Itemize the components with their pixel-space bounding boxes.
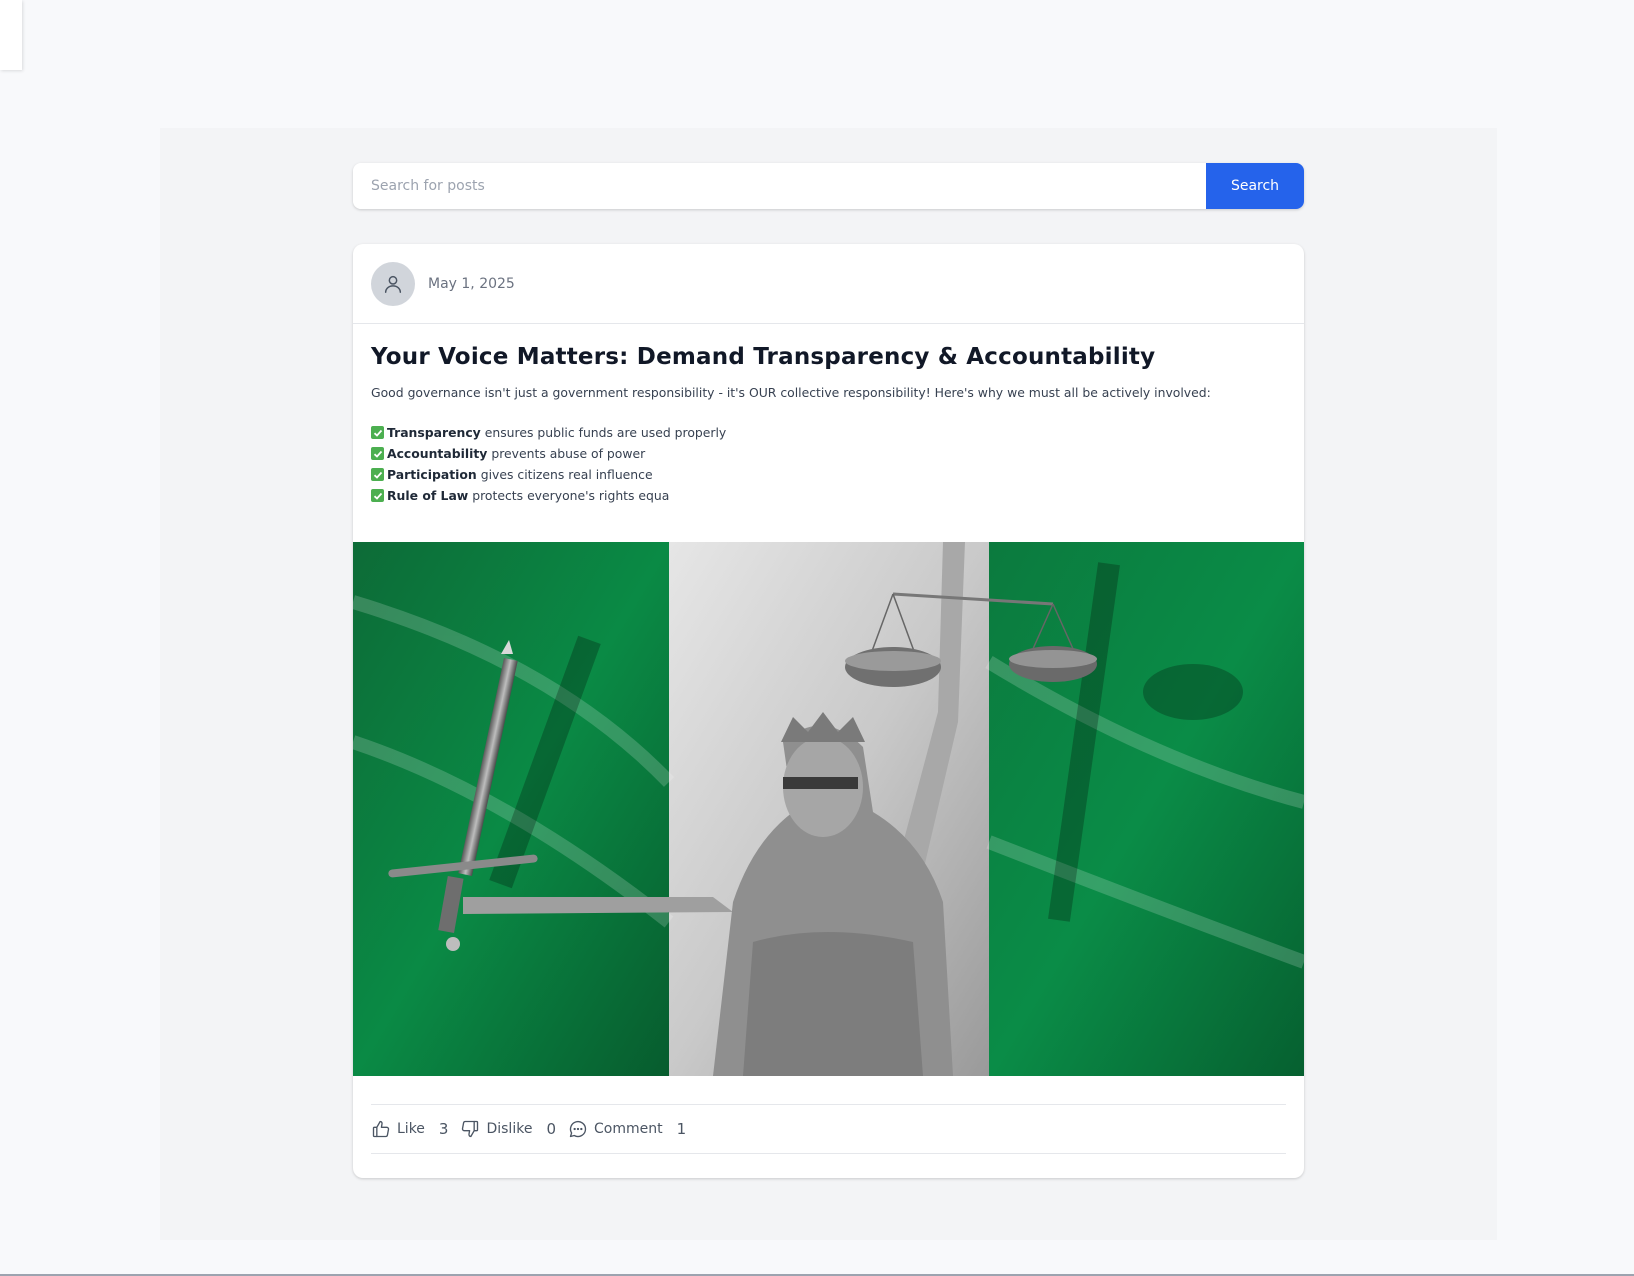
check-icon [371,447,384,460]
post-actions: Like 3 Dislike 0 Comment 1 [371,1104,1286,1154]
comment-label: Comment [593,1121,663,1137]
post-header: May 1, 2025 [353,244,1304,324]
comment-button[interactable]: Comment 1 [568,1119,686,1139]
dislike-button[interactable]: Dislike 0 [460,1119,556,1139]
point-bold: Participation [387,467,477,482]
check-icon [371,426,384,439]
post-body: Your Voice Matters: Demand Transparency … [353,324,1304,542]
post-card: May 1, 2025 Your Voice Matters: Demand T… [353,244,1304,1178]
check-icon [371,468,384,481]
list-item: Accountability prevents abuse of power [371,443,1286,464]
point-text: prevents abuse of power [491,446,646,461]
like-count: 3 [438,1120,449,1138]
list-item: Rule of Law protects everyone's rights e… [371,485,1286,506]
main-panel: Search May 1, 2025 Your Voice Matters: D… [160,128,1497,1240]
corner-tab [0,0,22,70]
dislike-label: Dislike [486,1121,533,1137]
thumbs-down-icon [462,1120,479,1138]
search-bar: Search [353,163,1304,209]
like-button[interactable]: Like 3 [371,1119,448,1139]
post-title: Your Voice Matters: Demand Transparency … [371,344,1156,370]
search-button[interactable]: Search [1206,163,1304,209]
point-text: gives citizens real influence [480,467,653,482]
comment-icon [569,1121,587,1138]
user-icon [384,275,402,293]
dislike-count: 0 [546,1120,556,1138]
post-intro: Good governance isn't just a government … [371,385,1211,400]
list-item: Transparency ensures public funds are us… [371,422,1286,443]
list-item: Participation gives citizens real influe… [371,464,1286,485]
post-image[interactable] [353,542,1304,1076]
point-bold: Transparency [387,425,481,440]
point-text: protects everyone's rights equa [472,488,670,503]
search-input[interactable] [353,163,1206,209]
avatar[interactable] [371,261,415,306]
post-points-list: Transparency ensures public funds are us… [371,422,1286,506]
point-bold: Accountability [387,446,488,461]
check-icon [371,489,384,502]
point-bold: Rule of Law [387,488,469,503]
post-date: May 1, 2025 [428,275,515,292]
like-label: Like [397,1121,425,1137]
point-text: ensures public funds are used properly [484,425,727,440]
thumbs-up-icon [372,1120,390,1138]
comment-count: 1 [676,1120,687,1138]
